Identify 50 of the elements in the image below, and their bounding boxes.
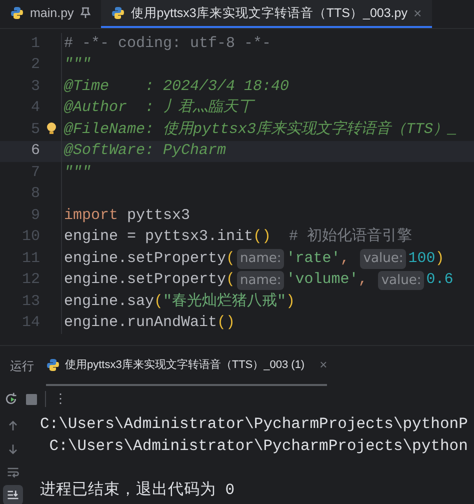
parameter-hint: name:	[237, 270, 284, 290]
run-panel-title: 运行	[10, 358, 34, 375]
code-punct: ,	[340, 248, 350, 268]
docstring-text: """	[64, 55, 92, 75]
console-output-line: C:\Users\Administrator\PycharmProjects\python	[48, 436, 468, 458]
run-tab[interactable]: 使用pyttsx3库来实现文字转语音（TTS）_003 (1) ×	[46, 346, 328, 386]
code-text: engine.setProperty	[64, 248, 226, 268]
code-number: 100	[408, 248, 436, 268]
rerun-icon[interactable]	[4, 392, 18, 406]
code-paren: )	[435, 248, 444, 268]
python-file-icon	[10, 6, 24, 20]
more-options-button[interactable]: ⋮	[54, 389, 67, 409]
code-paren: (	[226, 270, 236, 290]
python-file-icon	[110, 6, 125, 20]
stop-icon[interactable]	[26, 394, 37, 404]
code-comment: # -*- coding: utf-8 -*-	[64, 34, 272, 54]
console-output-line: C:\Users\Administrator\PycharmProjects\pythonP	[40, 414, 468, 436]
scroll-to-end-icon[interactable]	[3, 485, 23, 504]
python-file-icon	[46, 358, 60, 372]
code-string: 'rate'	[286, 248, 340, 268]
docstring-text: """	[64, 162, 92, 182]
code-text: pyttsx3	[126, 206, 190, 226]
code-text: engine = pyttsx3.init	[64, 227, 254, 247]
line-number: 6	[30, 141, 41, 161]
docstring-text: @SoftWare: PyCharm	[64, 141, 226, 161]
code-keyword: import	[64, 206, 118, 226]
code-string: 'volume'	[286, 270, 358, 290]
code-string: "春光灿烂猪八戒"	[163, 292, 286, 312]
pin-icon[interactable]	[80, 7, 91, 19]
exit-message: 进程已结束，退出代码为 0	[40, 480, 235, 502]
code-paren: ()	[217, 313, 236, 333]
code-text: engine.say	[64, 292, 154, 312]
code-comment: # 初始化语音引擎	[288, 226, 412, 247]
docstring-text: @Author : 丿君灬臨天丅	[64, 98, 254, 118]
code-paren: ()	[253, 227, 272, 247]
code-text: engine.runAndWait	[64, 313, 218, 333]
docstring-text: @Time : 2024/3/4 18:40	[64, 76, 290, 96]
code-paren: (	[154, 292, 164, 312]
code-text: engine.setProperty	[64, 270, 226, 290]
parameter-hint: value:	[378, 270, 424, 290]
parameter-hint: value:	[360, 249, 406, 268]
code-number: 0.6	[426, 270, 454, 290]
code-punct: ,	[358, 270, 368, 290]
editor-tab[interactable]: main.py	[0, 0, 101, 28]
code-paren: )	[286, 292, 296, 312]
code-paren: (	[226, 248, 236, 268]
editor-tab[interactable]: 使用pyttsx3库来实现文字转语音（TTS）_003.py ×	[100, 0, 432, 28]
lightbulb-icon[interactable]	[46, 122, 57, 134]
docstring-text: @FileName: 使用pyttsx3库来实现文字转语音（TTS）_	[64, 119, 458, 140]
parameter-hint: name:	[237, 249, 284, 268]
